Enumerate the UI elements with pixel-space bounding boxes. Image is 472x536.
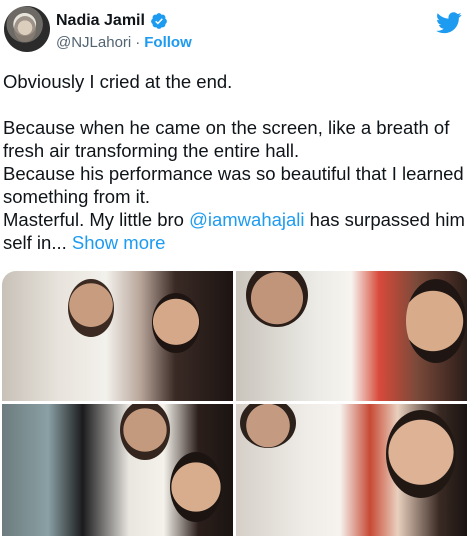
tweet-card: Nadia Jamil @NJLahori · Follow Obviously… xyxy=(0,0,472,536)
tweet-header: Nadia Jamil @NJLahori · Follow xyxy=(0,0,472,64)
photo-3-face-b xyxy=(170,452,222,522)
photo-2[interactable] xyxy=(236,271,467,401)
tweet-line-1: Obviously I cried at the end. xyxy=(3,71,233,92)
tweet-line-4-start: Masterful. My little bro xyxy=(3,209,190,230)
avatar[interactable] xyxy=(4,6,50,52)
photo-2-face-a xyxy=(246,271,308,327)
media-grid xyxy=(2,271,468,536)
photo-3-face-a xyxy=(120,404,170,460)
tweet-text: Obviously I cried at the end. Because wh… xyxy=(3,70,469,254)
author-handle[interactable]: @NJLahori xyxy=(56,34,131,51)
photo-1-face-a xyxy=(68,279,114,337)
tweet-line-2: Because when he came on the screen, like… xyxy=(3,117,450,161)
separator-dot: · xyxy=(135,34,141,51)
photo-4[interactable] xyxy=(236,404,467,536)
photo-2-face-b xyxy=(406,279,466,363)
mention-link[interactable]: @iamwahajali xyxy=(189,209,304,230)
author-handle-row: @NJLahori · Follow xyxy=(56,34,192,51)
verified-badge-icon xyxy=(151,13,167,29)
photo-1[interactable] xyxy=(2,271,233,401)
tweet-line-3: Because his performance was so beautiful… xyxy=(3,163,464,207)
photo-3[interactable] xyxy=(2,404,233,536)
twitter-bird-icon[interactable] xyxy=(436,12,462,34)
photo-1-face-b xyxy=(152,293,200,353)
photo-4-face-a xyxy=(240,404,296,448)
show-more-link[interactable]: Show more xyxy=(72,232,166,253)
tweet-line-4: Masterful. My little bro @iamwahajali ha… xyxy=(3,208,469,254)
author-name[interactable]: Nadia Jamil xyxy=(56,12,145,30)
follow-button[interactable]: Follow xyxy=(144,34,192,51)
photo-4-face-b xyxy=(386,410,456,498)
author-name-row: Nadia Jamil xyxy=(56,10,168,32)
